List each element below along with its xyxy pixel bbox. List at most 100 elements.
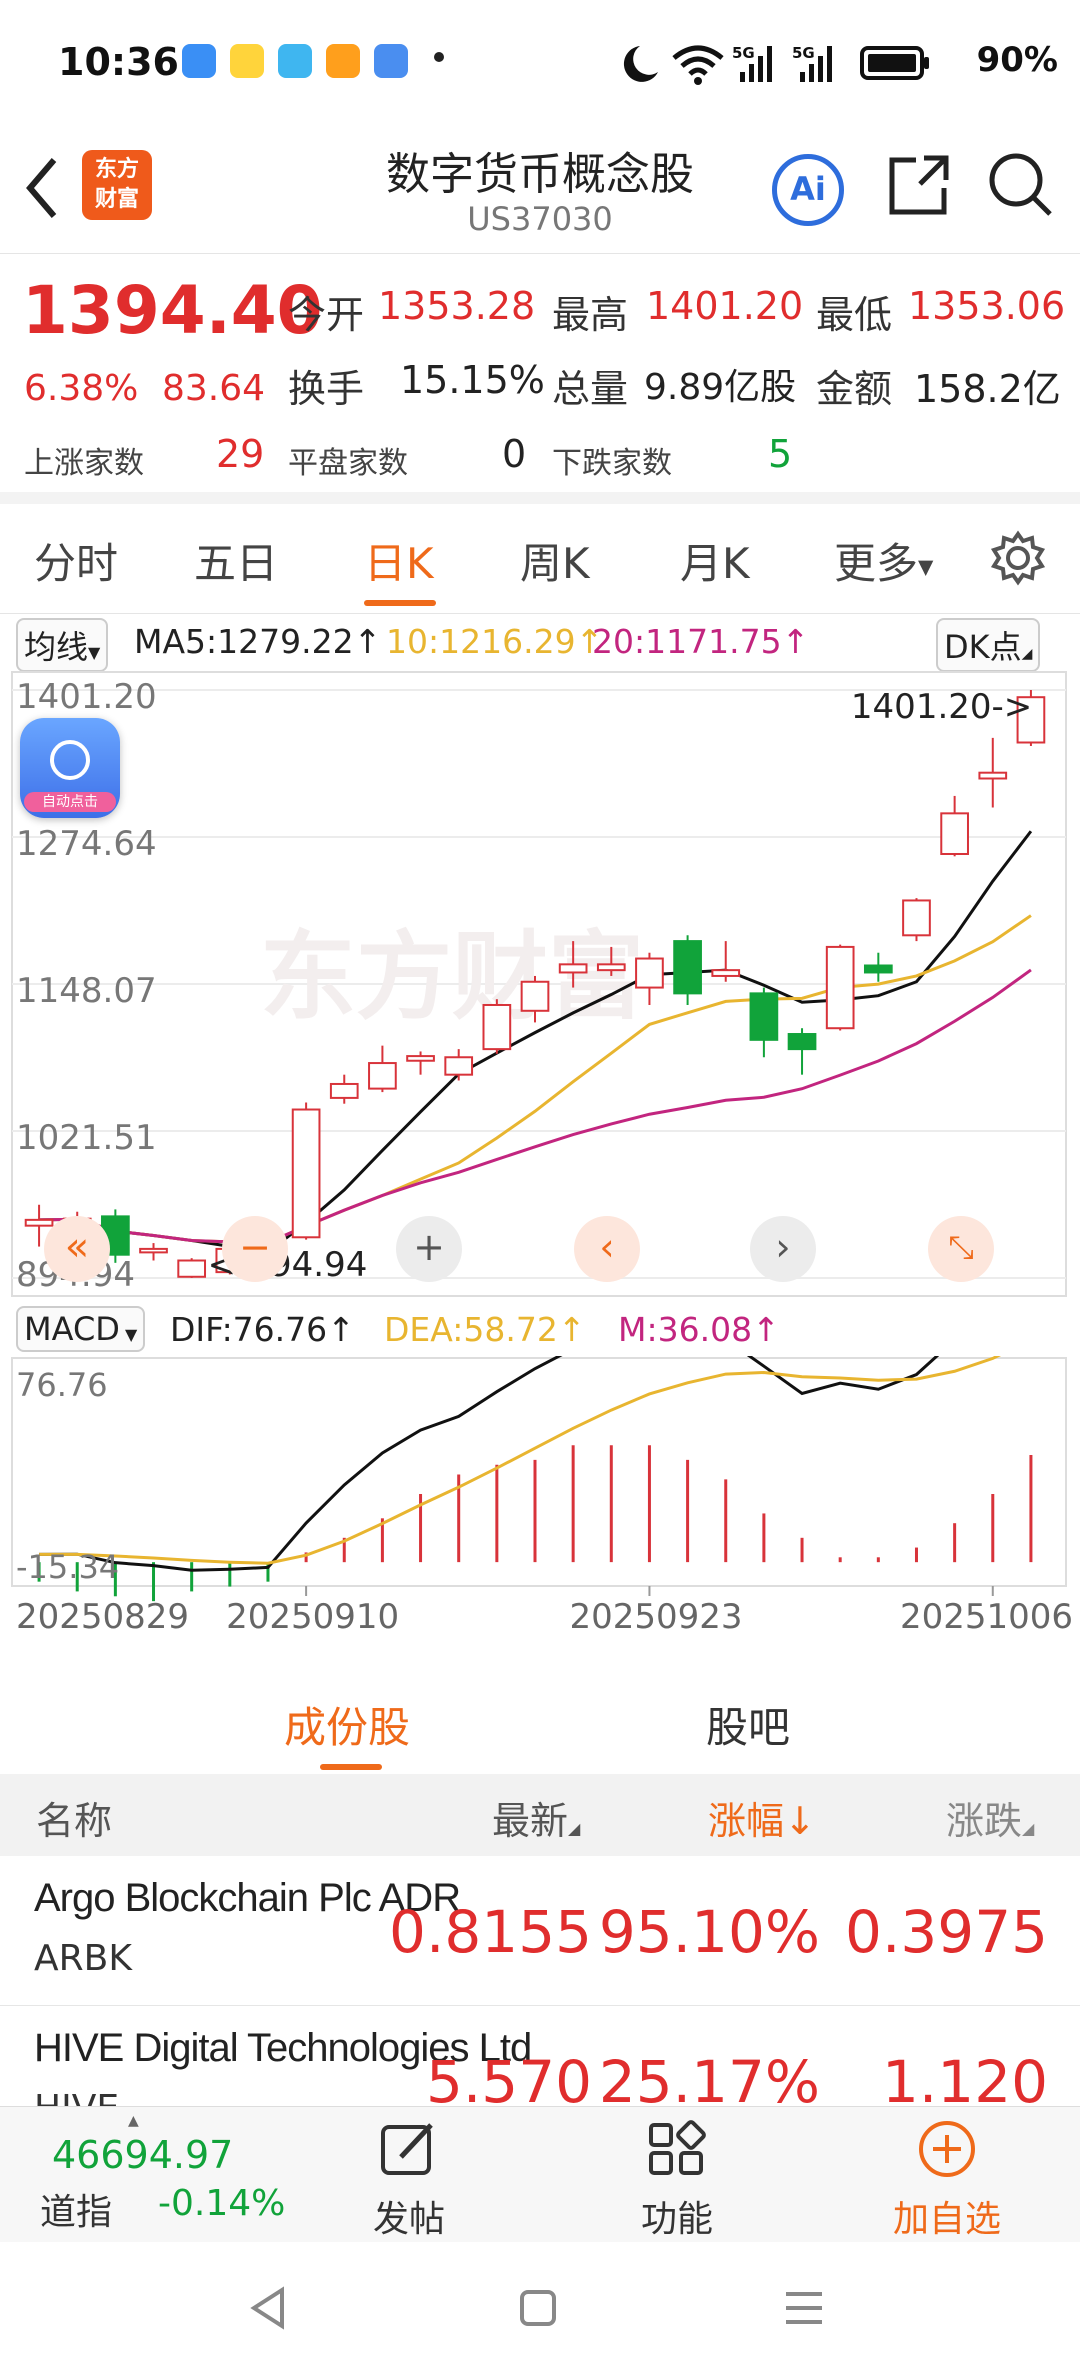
y-tick-label: 1274.64 [16,824,157,864]
scroll-left-button[interactable]: ‹ [574,1216,640,1282]
dk-point-selector[interactable]: DK点◢ [936,618,1041,672]
search-icon[interactable] [986,150,1056,220]
bottom-toolbar: 46694.97 道指 -0.14% ▲ 发帖 功能 加自选 [0,2106,1080,2242]
edit-icon [381,2123,433,2175]
change-value: 1.120 [881,2048,1048,2106]
low-value: 1353.06 [908,284,1066,328]
zoom-out-button[interactable]: − [222,1216,288,1282]
candle-body [139,1247,168,1254]
change-percent: 6.38% [24,368,139,409]
candle-body [596,963,626,972]
ma-legend: 均线▼ MA5:1279.22↑ 10:1216.29↑ 20:1171.75↑… [0,614,1080,672]
tab-components[interactable]: 成份股 [284,1694,410,1755]
tab-weekly-k[interactable]: 周K [520,530,590,591]
macd-y-top: 76.76 [16,1366,108,1404]
table-row[interactable]: Argo Blockchain Plc ADR ARBK 0.8155 95.1… [0,1856,1080,2006]
tab-daily-k[interactable]: 日K [364,530,434,591]
battery-icon [860,46,929,80]
table-row[interactable]: HIVE Digital Technologies Ltd HIVE 5.570… [0,2006,1080,2106]
high-value: 1401.20 [646,284,804,328]
flat-count: 0 [502,432,527,476]
ma5-value: MA5:1279.22↑ [134,622,382,661]
candle-body [749,992,779,1041]
dropdown-triangle-icon: ▼ [88,643,101,662]
telegram-icon [278,44,312,78]
stock-ticker: HIVE [34,2088,119,2106]
candle-body [940,812,969,855]
tab-monthly-k[interactable]: 月K [680,530,750,591]
flat-count-label: 平盘家数 [288,446,408,481]
date-label: 20250923 [569,1597,742,1637]
amount-label: 金额 [816,367,893,411]
ma-selector[interactable]: 均线▼ [16,618,109,672]
dea-value: DEA:58.72↑ [384,1310,586,1349]
candle-body [177,1259,207,1278]
wifi-icon [672,45,724,85]
add-watchlist-button[interactable]: 加自选 [872,2107,1022,2242]
amount-value: 158.2亿 [914,367,1061,411]
date-label: 20250910 [226,1597,399,1637]
app-notification-icon [182,44,216,78]
svg-text:5G: 5G [732,44,755,62]
col-latest[interactable]: 最新◢ [492,1790,580,1845]
tab-stock-forum[interactable]: 股吧 [706,1694,790,1755]
candle-body [24,1218,54,1227]
macd-chart[interactable]: 76.76 -15.34 20250829 20250910 20250923 20251… [0,1356,1080,1670]
hand-tap-icon [50,740,90,780]
col-change-percent[interactable]: 涨幅↓ [708,1790,816,1845]
period-tabs: 分时 五日 日K 周K 月K 更多▼ [0,504,1080,614]
macd-selector[interactable]: MACD ▼ [16,1306,146,1352]
ma20-value: 20:1171.75↑ [592,622,810,661]
kline-chart[interactable]: 东方财富 1401.201274.641148.071021.51894.941… [0,670,1080,1300]
candle-body [711,969,741,977]
change-percent: 95.10% [598,1898,820,1966]
ai-assistant-button[interactable]: Ai [772,154,844,226]
clock: 10:36 [58,40,179,84]
high-label: 最高 [552,293,629,337]
date-label: 20250829 [16,1597,189,1637]
status-bar: 10:36 5G 5G 90% [0,0,1080,120]
up-count-label: 上涨家数 [24,446,144,481]
scroll-start-button[interactable]: « [44,1216,110,1282]
col-name[interactable]: 名称 [36,1790,112,1845]
open-value: 1353.28 [378,284,536,328]
scroll-right-button[interactable]: › [750,1216,816,1282]
volume-value: 9.89亿股 [644,367,797,408]
tab-more[interactable]: 更多▼ [834,530,933,591]
video-app-icon [326,44,360,78]
settings-gear-icon[interactable] [990,530,1046,586]
candle-body [635,957,664,989]
nav-back-icon[interactable] [248,2286,288,2330]
change-value: 0.3975 [845,1898,1048,1966]
candle-body [787,1033,817,1051]
status-icons: 5G 5G [623,44,929,85]
turnover-label: 换手 [288,367,365,411]
nav-menu-icon[interactable] [782,2288,826,2328]
post-button[interactable]: 发帖 [354,2107,464,2242]
5g-signal-icon: 5G [732,44,772,82]
volume-label: 总量 [552,367,629,411]
functions-button[interactable]: 功能 [622,2107,732,2242]
ma10-value: 10:1216.29↑ [386,622,604,661]
add-circle-icon [919,2121,975,2177]
list-header: 名称 最新◢ 涨幅↓ 涨跌◢ [0,1774,1080,1856]
5g-signal-icon: 5G [792,44,832,82]
zoom-in-button[interactable]: + [396,1216,462,1282]
fullscreen-expand-icon[interactable]: ⤡ [928,1216,994,1282]
candle-body [482,1003,512,1051]
page-header: 东方 财富 数字货币概念股 US37030 Ai [0,120,1080,254]
tab-intraday[interactable]: 分时 [34,530,118,591]
macd-y-bottom: -15.34 [16,1548,119,1586]
candle-body [444,1056,474,1076]
component-tabs: 成份股 股吧 [0,1670,1080,1774]
watermark: 东方财富 [260,921,644,1033]
col-change[interactable]: 涨跌◢ [946,1790,1034,1845]
more-notifications-dot [434,52,444,62]
tab-five-day[interactable]: 五日 [194,530,278,591]
auto-click-float-button[interactable]: 自动点击 [20,718,120,818]
date-label: 20251006 [900,1597,1073,1637]
share-icon[interactable] [884,150,954,220]
nav-home-icon[interactable] [518,2288,558,2328]
active-tab-indicator [364,600,436,606]
index-ticker[interactable]: 46694.97 道指 -0.14% ▲ [0,2107,300,2243]
